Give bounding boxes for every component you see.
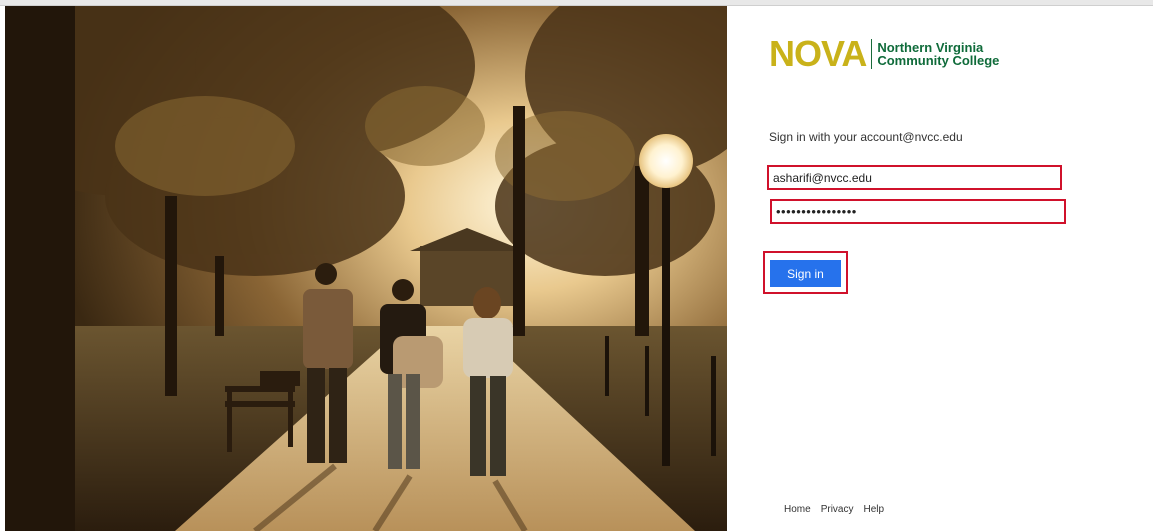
logo-line-2: Community College [877,53,1000,68]
campus-photo-illustration [5,6,727,531]
footer-link-help[interactable]: Help [863,504,884,515]
password-input[interactable] [772,201,1064,222]
nvcc-logo: NOVA Northern Virginia Community College [769,36,999,72]
logo-college-name: Northern Virginia Community College [877,41,999,67]
signin-panel: NOVA Northern Virginia Community College… [727,6,1153,531]
email-field-highlight [767,165,1062,190]
footer-link-privacy[interactable]: Privacy [821,504,854,515]
logo-nova-wordmark: NOVA [769,33,867,74]
background-campus-photo [5,6,727,531]
footer-links: Home Privacy Help [784,504,884,515]
signin-prompt: Sign in with your account@nvcc.edu [769,130,963,144]
email-input[interactable] [769,167,1060,188]
logo-divider [871,39,873,69]
footer-link-home[interactable]: Home [784,504,811,515]
password-field-highlight [770,199,1066,224]
signin-button[interactable]: Sign in [770,260,841,287]
